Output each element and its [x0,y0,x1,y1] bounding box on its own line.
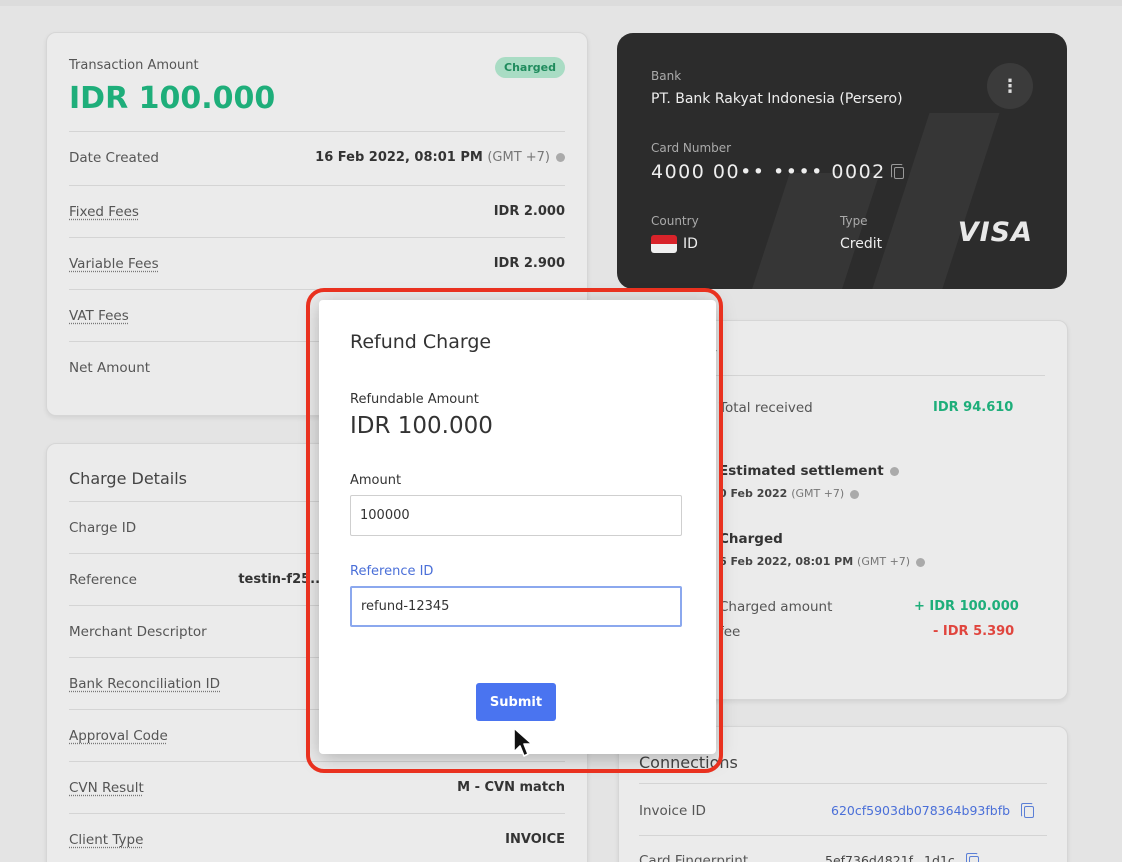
info-icon[interactable] [556,153,565,162]
row-label: Net Amount [69,359,151,376]
card-fingerprint-label: Card Fingerprint [639,853,749,862]
indonesia-flag-icon [651,235,677,253]
row-value: 16 Feb 2022, 08:01 PM (GMT +7) [315,150,565,165]
row-value: INVOICE [505,832,565,847]
mouse-cursor-icon [513,727,533,757]
row-label[interactable]: CVN Result [69,780,144,796]
transaction-amount-value: IDR 100.000 [69,81,276,116]
charged-date-text: 6 Feb 2022, 08:01 PM [719,555,854,568]
top-strip [0,0,1122,6]
transaction-amount-label: Transaction Amount [69,58,199,73]
row-label[interactable]: Client Type [69,832,143,848]
row-value: IDR 2.900 [493,256,565,271]
estimated-settlement-label: Estimated settlement [719,463,899,479]
card-decoration [744,173,880,289]
card-fingerprint-value: 5ef736d4821f...1d1c [825,852,979,862]
charge-details-title: Charge Details [69,469,187,488]
timezone-suffix: (GMT +7) [857,555,911,568]
submit-button[interactable]: Submit [476,683,556,721]
row-label[interactable]: Approval Code [69,728,168,744]
timezone-suffix: (GMT +7) [487,150,550,165]
country-code: ID [683,236,698,252]
card-decoration [864,113,1000,289]
info-icon[interactable] [850,489,860,499]
row-label: Reference [69,571,137,588]
row-value: testin-f25... [238,572,325,587]
amount-input[interactable] [350,495,682,536]
copy-icon[interactable] [1021,802,1035,818]
copy-icon[interactable] [965,852,979,862]
refundable-amount-label: Refundable Amount [350,392,479,407]
settlement-date-text: 0 Feb 2022 [719,487,788,500]
charged-amount-value: + IDR 100.000 [914,599,1019,614]
row-label: Date Created [69,149,159,166]
total-received-value: IDR 94.610 [933,400,1014,415]
row-label[interactable]: VAT Fees [69,308,129,324]
fee-value: - IDR 5.390 [933,624,1015,639]
visa-logo: VISA [957,217,1033,248]
timezone-suffix: (GMT +7) [791,487,845,500]
bank-name: PT. Bank Rakyat Indonesia (Persero) [651,91,903,107]
divider [639,783,1047,784]
row-value: IDR 2.000 [493,204,565,219]
row-label[interactable]: Bank Reconciliation ID [69,676,220,692]
invoice-id-label: Invoice ID [639,803,706,819]
refundable-amount-value: IDR 100.000 [350,413,493,439]
charged-date: 6 Feb 2022, 08:01 PM (GMT +7) [719,555,926,568]
connections-title: Connections [639,753,738,772]
amount-label: Amount [350,473,402,488]
card-type: Credit [840,236,883,252]
card-number-label: Card Number [651,141,732,155]
estimated-settlement-text: Estimated settlement [719,463,884,479]
card-number: 4000 00•• •••• 0002 [651,161,904,183]
status-badge: Charged [495,57,565,78]
modal-title: Refund Charge [350,331,492,353]
kebab-icon[interactable]: ⋮ [987,63,1033,109]
info-icon[interactable] [916,557,926,567]
reference-id-label: Reference ID [350,564,434,579]
info-icon[interactable] [889,466,899,476]
row-label[interactable]: Variable Fees [69,256,159,272]
type-label: Type [840,214,868,228]
row-label[interactable]: Fixed Fees [69,204,139,220]
fee-label: fee [719,624,741,640]
bank-card: Bank PT. Bank Rakyat Indonesia (Persero)… [617,33,1067,289]
copy-icon[interactable] [890,163,904,179]
card-fingerprint-text: 5ef736d4821f...1d1c [825,853,955,862]
bank-label: Bank [651,69,682,83]
total-received-label: Total received [719,400,813,416]
date-created-value: 16 Feb 2022, 08:01 PM [315,150,483,165]
row-date-created: Date Created 16 Feb 2022, 08:01 PM (GMT … [69,131,565,183]
estimated-settlement-date: 0 Feb 2022 (GMT +7) [719,487,860,500]
row-cvn-result: CVN Result M - CVN match [69,761,565,813]
row-label: Merchant Descriptor [69,623,207,640]
row-fixed-fees: Fixed Fees IDR 2.000 [69,185,565,237]
card-number-text: 4000 00•• •••• 0002 [651,161,886,183]
row-value: M - CVN match [457,780,565,795]
row-client-type: Client Type INVOICE [69,813,565,862]
row-label: Charge ID [69,519,137,536]
country-label: Country [651,214,699,228]
invoice-id-link[interactable]: 620cf5903db078364b93fbfb [831,802,1035,818]
refund-charge-modal: Refund Charge Refundable Amount IDR 100.… [319,300,716,754]
row-variable-fees: Variable Fees IDR 2.900 [69,237,565,289]
charged-label: Charged [719,531,783,547]
divider [639,835,1047,836]
reference-id-input[interactable] [350,586,682,627]
invoice-id-text[interactable]: 620cf5903db078364b93fbfb [831,803,1010,818]
charged-amount-label: Charged amount [719,599,833,615]
